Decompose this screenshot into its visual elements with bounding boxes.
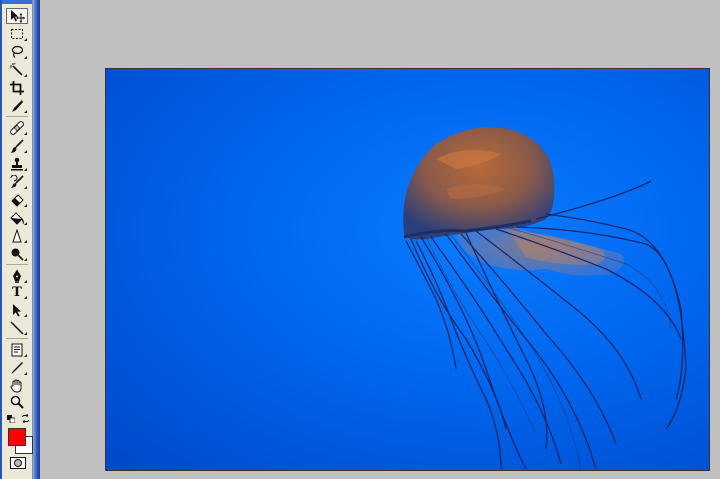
hand-tool[interactable] [6, 378, 28, 394]
crop-icon [10, 81, 24, 95]
document-canvas[interactable] [105, 68, 710, 471]
marquee-tool[interactable] [6, 26, 28, 42]
history-brush-icon [10, 175, 24, 188]
line-tool[interactable] [6, 320, 28, 336]
zoom-tool[interactable] [6, 394, 28, 410]
bucket-icon [10, 212, 24, 225]
healing-brush-tool[interactable] [6, 120, 28, 136]
toolbox-edge [33, 0, 40, 479]
arrow-icon [13, 304, 21, 317]
toolbox-divider [6, 338, 28, 339]
marquee-icon [11, 29, 23, 39]
toolbox-divider [6, 116, 28, 117]
brush-tool[interactable] [6, 138, 28, 154]
toolbox-header-label: Ps [12, 0, 22, 1]
clone-stamp-tool[interactable] [6, 156, 28, 172]
toolbox-divider [6, 264, 28, 265]
toolbox-body: Ps [2, 0, 33, 479]
jellyfish-image [403, 127, 687, 470]
default-colors-icon[interactable] [7, 415, 15, 423]
line-icon [10, 321, 24, 335]
magic-wand-tool[interactable] [6, 62, 28, 78]
lasso-icon [11, 45, 24, 58]
eyedropper-icon [11, 362, 23, 374]
slice-icon [12, 100, 23, 112]
type-tool[interactable]: T [6, 284, 28, 300]
magic-wand-icon [10, 63, 23, 76]
toolbox-header[interactable]: Ps [2, 0, 32, 4]
crop-tool[interactable] [6, 80, 28, 96]
pen-tool[interactable] [6, 268, 28, 284]
type-icon: T [12, 284, 22, 300]
zoom-icon [10, 395, 24, 409]
stamp-icon [11, 157, 23, 171]
bandage-icon [10, 121, 24, 135]
move-tool[interactable] [6, 8, 28, 24]
eraser-tool[interactable] [6, 192, 28, 208]
notes-tool[interactable] [6, 342, 28, 358]
eyedropper-tool[interactable] [6, 360, 28, 376]
eraser-icon [11, 194, 24, 207]
foreground-color-swatch[interactable] [8, 428, 26, 446]
hand-icon [10, 379, 22, 393]
quick-mask-icon[interactable] [10, 457, 26, 469]
path-selection-tool[interactable] [6, 302, 28, 318]
pen-icon [13, 269, 21, 283]
lasso-tool[interactable] [6, 44, 28, 60]
paint-bucket-tool[interactable] [6, 210, 28, 226]
notes-icon [11, 343, 23, 357]
blur-icon [12, 229, 22, 243]
dodge-tool[interactable] [6, 246, 28, 262]
dodge-icon [11, 248, 24, 261]
blur-tool[interactable] [6, 228, 28, 244]
toolbox-panel: Ps [0, 0, 40, 479]
history-brush-tool[interactable] [6, 174, 28, 190]
slice-tool[interactable] [6, 98, 28, 114]
brush-icon [10, 139, 24, 153]
move-icon [11, 10, 25, 23]
swap-colors-icon[interactable] [21, 414, 30, 423]
